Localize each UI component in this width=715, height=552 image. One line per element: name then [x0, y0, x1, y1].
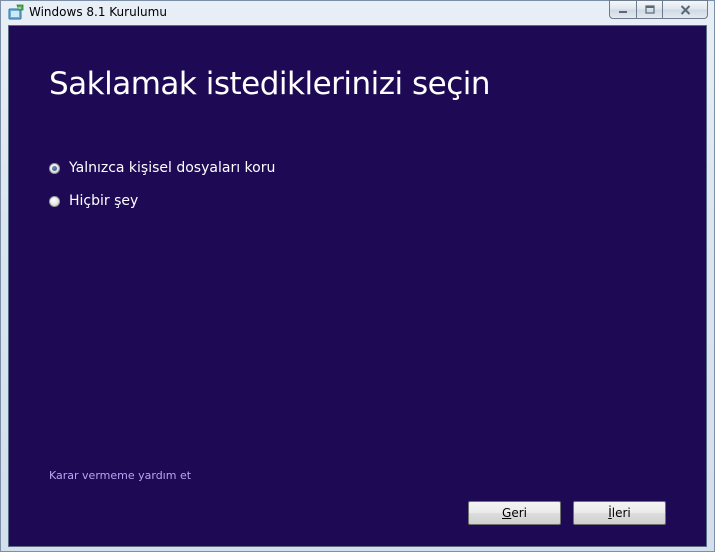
option-keep-personal-files[interactable]: Yalnızca kişisel dosyaları koru: [49, 160, 275, 176]
next-label: leri: [611, 506, 631, 520]
option-label: Yalnızca kişisel dosyaları koru: [69, 160, 276, 176]
maximize-icon: [644, 5, 655, 14]
minimize-icon: [619, 10, 627, 13]
close-icon: [680, 4, 690, 15]
back-label: eri: [511, 506, 527, 520]
title-bar[interactable]: Windows 8.1 Kurulumu: [1, 0, 714, 25]
maximize-button[interactable]: [636, 0, 662, 19]
minimize-button[interactable]: [609, 0, 636, 19]
radio-selected-icon[interactable]: [49, 162, 60, 174]
radio-unselected-icon[interactable]: [49, 195, 60, 207]
window-title: Windows 8.1 Kurulumu: [29, 5, 167, 19]
close-button[interactable]: [662, 0, 708, 19]
setup-window: Windows 8.1 Kurulumu Saklamak istedikler…: [0, 0, 715, 552]
page-title: Saklamak istediklerinizi seçin: [49, 66, 491, 102]
next-button[interactable]: İleri: [573, 501, 666, 525]
setup-content-panel: Saklamak istediklerinizi seçin Yalnızca …: [8, 25, 707, 547]
back-button[interactable]: Geri: [468, 501, 561, 525]
back-accel: G: [502, 506, 512, 520]
option-nothing[interactable]: Hiçbir şey: [49, 193, 138, 209]
window-controls: [609, 0, 708, 19]
windows-setup-icon: [8, 4, 24, 20]
help-me-decide-link[interactable]: Karar vermeme yardım et: [49, 469, 191, 482]
option-label: Hiçbir şey: [69, 193, 139, 209]
